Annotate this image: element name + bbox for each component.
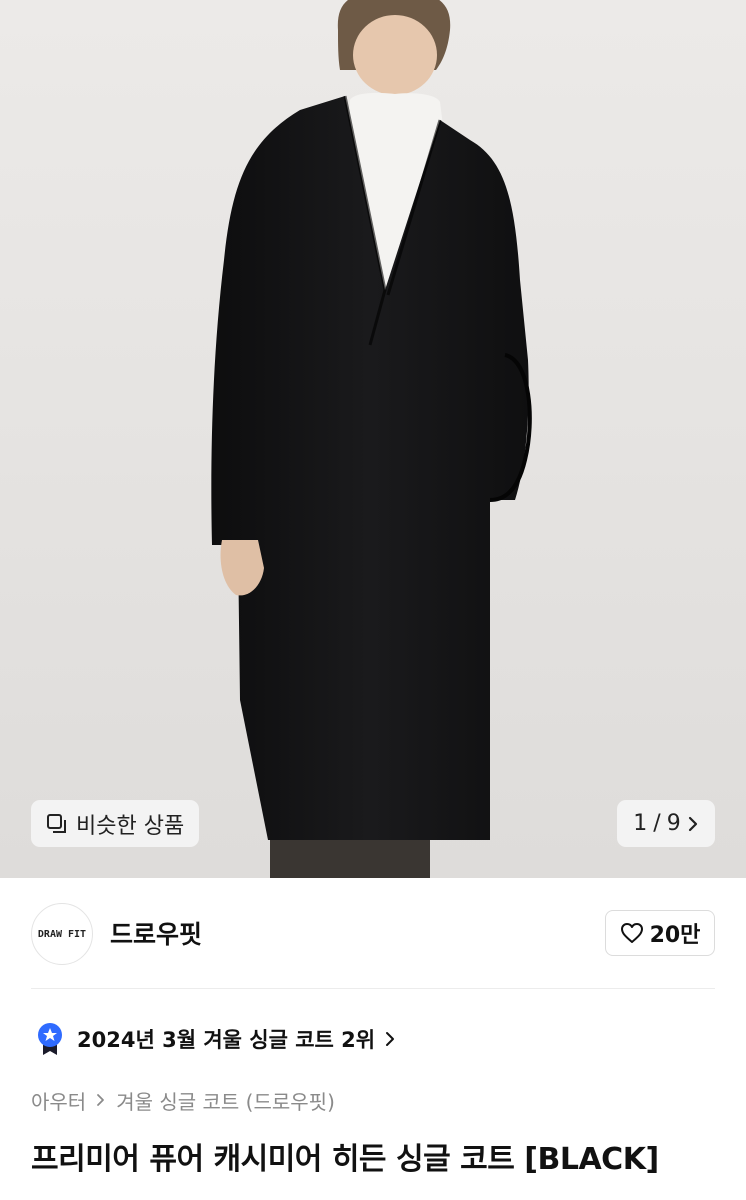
product-title: 프리미어 퓨어 캐시미어 히든 싱글 코트 [BLACK] bbox=[31, 1142, 659, 1177]
product-image[interactable]: 비슷한 상품 1 / 9 bbox=[0, 0, 746, 878]
similar-products-label: 비슷한 상품 bbox=[76, 813, 185, 839]
breadcrumb-item-outer[interactable]: 아우터 bbox=[31, 1086, 86, 1115]
copy-icon bbox=[47, 813, 66, 833]
image-counter-button[interactable]: 1 / 9 bbox=[617, 800, 715, 847]
chevron-right-icon bbox=[97, 1094, 105, 1106]
ranking-text: 2024년 3월 겨울 싱글 코트 2위 bbox=[77, 1028, 376, 1052]
heart-icon bbox=[620, 923, 643, 943]
ranking-link[interactable]: 2024년 3월 겨울 싱글 코트 2위 bbox=[35, 1020, 395, 1058]
chevron-right-icon bbox=[386, 1032, 395, 1046]
like-count: 20만 bbox=[649, 923, 701, 948]
brand-logo-text: DRAW FIT bbox=[37, 928, 87, 940]
image-counter-separator: / bbox=[653, 811, 661, 836]
like-button[interactable]: 20만 bbox=[605, 910, 715, 956]
breadcrumb-item-category[interactable]: 겨울 싱글 코트 (드로우핏) bbox=[116, 1086, 335, 1115]
image-counter-total: 9 bbox=[666, 811, 681, 836]
ranking-badge-icon bbox=[38, 1023, 62, 1055]
image-counter-current: 1 bbox=[633, 811, 648, 836]
brand-logo[interactable]: DRAW FIT bbox=[31, 903, 93, 965]
breadcrumb: 아우터 겨울 싱글 코트 (드로우핏) bbox=[31, 1085, 335, 1115]
similar-products-button[interactable]: 비슷한 상품 bbox=[31, 800, 200, 847]
product-photo bbox=[211, 0, 532, 878]
brand-name[interactable]: 드로우핏 bbox=[110, 915, 202, 951]
chevron-right-icon bbox=[688, 816, 697, 831]
section-divider bbox=[31, 988, 715, 989]
